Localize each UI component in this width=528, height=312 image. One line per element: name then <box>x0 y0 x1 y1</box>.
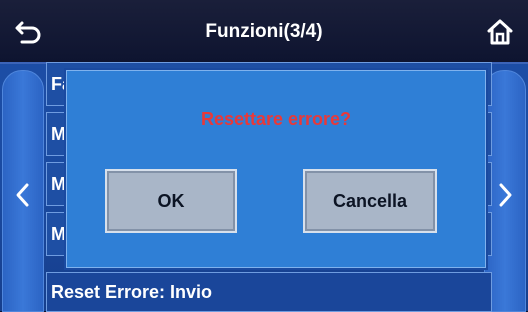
cancel-button[interactable]: Cancella <box>303 169 437 233</box>
chevron-right-icon <box>499 183 512 207</box>
list-item-reset-error[interactable]: Reset Errore: Invio <box>46 272 492 312</box>
ok-button[interactable]: OK <box>105 169 237 233</box>
home-button[interactable] <box>486 18 514 46</box>
confirm-dialog: Resettare errore? OK Cancella <box>66 70 486 268</box>
chevron-left-icon <box>16 183 29 207</box>
dialog-title: Resettare errore? <box>200 109 352 129</box>
home-icon <box>487 19 513 45</box>
prev-page-button[interactable] <box>2 70 44 312</box>
page-title: Funzioni(3/4) <box>205 21 323 42</box>
screen: Funzioni(3/4) Fa M M M Reset Errore: Inv… <box>0 0 528 312</box>
header-bar: Funzioni(3/4) <box>0 0 528 64</box>
